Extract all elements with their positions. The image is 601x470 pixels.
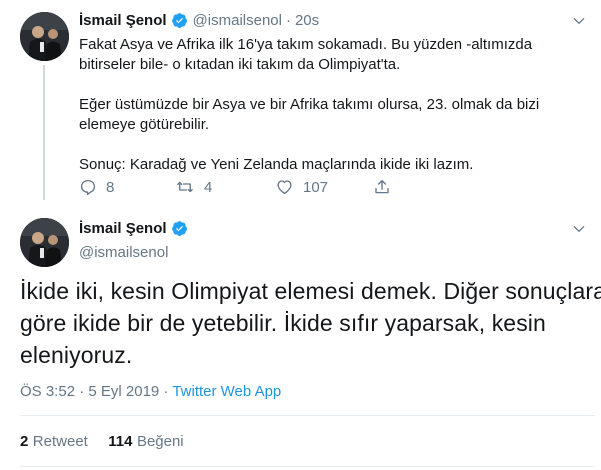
author-name[interactable]: İsmail Şenol	[79, 220, 167, 237]
retweets-stat[interactable]: 2 Retweet	[20, 433, 92, 450]
likes-label: Beğeni	[136, 433, 184, 450]
text-line: bitirseler bile- o kıtadan iki takım da …	[79, 56, 401, 73]
chevron-down-icon[interactable]	[572, 222, 586, 241]
share-icon	[373, 178, 391, 196]
source-link[interactable]: Twitter Web App	[172, 383, 281, 400]
text-line: eleniyoruz.	[20, 342, 133, 368]
text-line: Eğer üstümüzde bir Asya ve bir Afrika ta…	[79, 96, 540, 113]
like-button[interactable]: 107	[275, 178, 328, 196]
chevron-down-icon[interactable]	[572, 14, 586, 33]
likes-stat[interactable]: 114 Beğeni	[108, 433, 183, 450]
tweet-header: İsmail Şenol	[79, 220, 188, 237]
text-line: elemeye götürebilir.	[79, 116, 210, 133]
text-line: Sonuç: Karadağ ve Yeni Zelanda maçlarınd…	[79, 156, 474, 173]
retweets-label: Retweet	[32, 433, 88, 450]
text-line: İkide iki, kesin Olimpiyat elemesi demek…	[20, 278, 601, 304]
retweet-count: 4	[204, 178, 213, 196]
tweet-header: İsmail Şenol @ismailsenol · 20s	[79, 12, 319, 29]
like-count: 107	[303, 178, 329, 196]
likes-count: 114	[108, 433, 133, 450]
author-handle[interactable]: @ismailsenol	[79, 244, 168, 261]
dot-separator: ·	[285, 12, 291, 29]
author-name[interactable]: İsmail Şenol	[79, 12, 167, 29]
like-icon	[275, 178, 294, 196]
tweet-time[interactable]: 20s	[295, 12, 319, 29]
timestamp[interactable]: ÖS 3:52 · 5 Eyl 2019 ·	[20, 383, 168, 400]
verified-badge-icon	[171, 220, 188, 237]
divider	[20, 415, 595, 416]
avatar[interactable]	[20, 12, 69, 61]
tweet-stats: 2 Retweet 114 Beğeni	[20, 433, 184, 451]
retweets-count: 2	[20, 433, 29, 450]
tweet-text: Fakat Asya ve Afrika ilk 16'ya takım sok…	[79, 35, 584, 175]
text-line: Fakat Asya ve Afrika ilk 16'ya takım sok…	[79, 36, 533, 53]
tweet-meta: ÖS 3:52 · 5 Eyl 2019 · Twitter Web App	[20, 383, 281, 400]
share-button[interactable]	[373, 178, 391, 196]
reply-button[interactable]: 8	[79, 178, 114, 196]
reply-count: 8	[106, 178, 115, 196]
retweet-button[interactable]: 4	[175, 178, 212, 196]
thread-line	[43, 65, 45, 200]
verified-badge-icon	[171, 12, 188, 29]
author-handle[interactable]: @ismailsenol	[193, 12, 282, 29]
text-line: göre ikide bir de yetebilir. İkide sıfır…	[20, 310, 546, 336]
reply-icon	[79, 178, 97, 196]
avatar[interactable]	[20, 218, 69, 267]
retweet-icon	[175, 178, 195, 196]
divider	[20, 466, 595, 467]
tweet-text: İkide iki, kesin Olimpiyat elemesi demek…	[20, 275, 601, 371]
